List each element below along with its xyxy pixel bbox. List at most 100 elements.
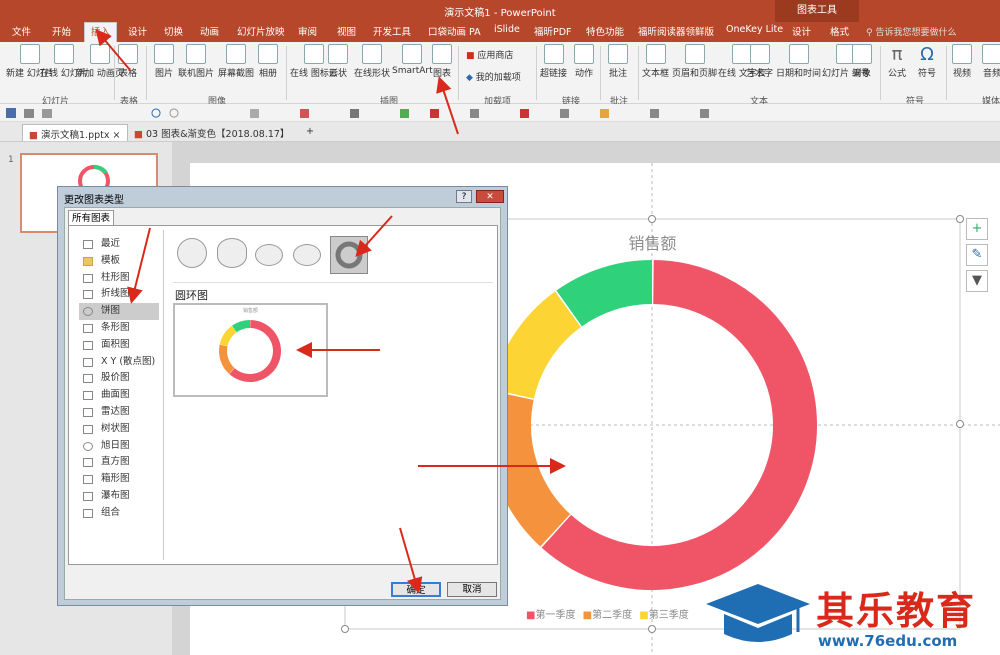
tab-animations[interactable]: 动画: [200, 24, 219, 38]
tab-home[interactable]: 开始: [52, 24, 71, 38]
subtype-doughnut-selected[interactable]: [330, 236, 368, 274]
chart-type-line[interactable]: 折线图: [79, 286, 159, 303]
online-slide-icon: [53, 44, 74, 64]
equation-button[interactable]: π 公式: [888, 44, 906, 79]
video-button[interactable]: 视频: [952, 44, 972, 79]
chart-type-treemap[interactable]: 树状图: [79, 421, 159, 438]
screenshot-button[interactable]: 屏幕截图: [218, 44, 254, 79]
chart-legend[interactable]: ■第一季度 ■第二季度 ■第三季度: [526, 606, 689, 621]
chart-type-radar[interactable]: 雷达图: [79, 404, 159, 421]
legend-marker: ■: [639, 610, 649, 621]
textbox-button[interactable]: 文本框: [642, 44, 669, 79]
subtype-name: 圆环图: [175, 289, 208, 302]
online-shapes-button[interactable]: 在线形状: [354, 44, 390, 79]
tell-me-search[interactable]: ⚲ 告诉我您想要做什么: [866, 25, 956, 38]
my-addins-button[interactable]: ◆ 我的加载项: [466, 70, 521, 83]
group-separator: [880, 46, 881, 100]
shapes-button[interactable]: 形状: [328, 44, 348, 79]
subtype-3d-pie-icon[interactable]: [217, 238, 247, 268]
chart-type-column[interactable]: 柱形图: [79, 270, 159, 287]
graduation-cap-logo: [706, 584, 810, 642]
wordart-label: 艺术字: [746, 69, 774, 79]
close-button[interactable]: ✕: [476, 190, 504, 203]
chart-preview[interactable]: 销售额: [173, 303, 328, 397]
header-footer-button[interactable]: 页眉和页脚: [672, 44, 717, 79]
tab-developer[interactable]: 开发工具: [373, 24, 411, 38]
doc-tab-label: 03 图表&渐变色【2018.08.17】: [146, 129, 290, 140]
tab-all-charts[interactable]: 所有图表: [68, 210, 114, 226]
tab-onekey[interactable]: OneKey Lite: [726, 24, 783, 35]
chart-type-label: 最近: [101, 238, 121, 249]
tab-foxit-reader[interactable]: 福昕阅读器领鲜版: [638, 24, 714, 38]
doc-tab-chart-gradient[interactable]: ■ 03 图表&渐变色【2018.08.17】: [128, 124, 295, 141]
close-icon[interactable]: ×: [113, 130, 121, 141]
tab-review[interactable]: 审阅: [298, 24, 317, 38]
chart-elements-plus-icon[interactable]: +: [966, 218, 988, 240]
tab-islide[interactable]: iSlide: [494, 24, 520, 35]
chart-type-templates[interactable]: 模板: [79, 253, 159, 270]
tab-pocket-animation[interactable]: 口袋动画 PA: [428, 24, 481, 38]
donut-segment-q4[interactable]: [555, 260, 653, 328]
resize-handle: [341, 625, 349, 633]
hyperlink-button[interactable]: 超链接: [540, 44, 567, 79]
donut-segment-q3[interactable]: [490, 291, 582, 401]
online-picture-button[interactable]: 联机图片: [178, 44, 214, 79]
tab-file[interactable]: 文件: [12, 24, 31, 38]
tell-me-text: 告诉我您想要做什么: [875, 28, 957, 38]
chart-filter-icon[interactable]: ▼: [966, 270, 988, 292]
tab-chart-format[interactable]: 格式: [830, 24, 849, 38]
symbol-button[interactable]: Ω 符号: [918, 44, 936, 79]
animation-page-icon: [89, 44, 110, 64]
dialog-body: 所有图表 最近 模板 柱形图 折线图 饼图 条形图 面积图 X Y (散点图) …: [64, 207, 501, 600]
comment-button[interactable]: 批注: [608, 44, 628, 79]
smartart-button[interactable]: SmartArt: [392, 44, 433, 76]
subtype-bar-of-pie-icon[interactable]: [293, 244, 321, 266]
chart-type-sunburst[interactable]: 旭日图: [79, 438, 159, 455]
chart-type-combo[interactable]: 组合: [79, 505, 159, 522]
resize-handle: [648, 625, 656, 633]
chart-type-surface[interactable]: 曲面图: [79, 387, 159, 404]
action-button[interactable]: 动作: [574, 44, 594, 79]
doc-tab-presentation1[interactable]: ■ 演示文稿1.pptx ×: [22, 124, 128, 141]
chart-type-histogram[interactable]: 直方图: [79, 454, 159, 471]
wordart-button[interactable]: 艺术字: [746, 44, 773, 79]
subtype-pie-of-pie-icon[interactable]: [255, 244, 283, 266]
chart-type-recent[interactable]: 最近: [79, 236, 159, 253]
picture-button[interactable]: 图片: [154, 44, 174, 79]
tab-chart-design[interactable]: 设计: [792, 24, 811, 38]
subtype-pie-icon[interactable]: [177, 238, 207, 268]
tab-insert[interactable]: 插入: [84, 22, 118, 42]
group-separator: [114, 46, 115, 100]
tab-transitions[interactable]: 切换: [164, 24, 183, 38]
chart-type-boxwhisker[interactable]: 箱形图: [79, 471, 159, 488]
app-store-button[interactable]: ■ 应用商店: [466, 48, 513, 61]
chart-button[interactable]: 图表: [432, 44, 452, 79]
help-button[interactable]: ?: [456, 190, 472, 203]
new-animation-page-button[interactable]: 新加 动画页: [76, 44, 124, 79]
chart-type-scatter[interactable]: X Y (散点图): [79, 354, 159, 371]
tab-view[interactable]: 视图: [337, 24, 356, 38]
new-tab-button[interactable]: +: [300, 124, 320, 141]
object-button[interactable]: 对象: [852, 44, 872, 79]
donut-segment-q2[interactable]: [487, 390, 572, 548]
date-time-button[interactable]: 日期和时间: [776, 44, 821, 79]
crop-icon: [650, 109, 659, 118]
chart-styles-brush-icon[interactable]: ✎: [966, 244, 988, 266]
tab-design[interactable]: 设计: [128, 24, 147, 38]
chart-type-bar[interactable]: 条形图: [79, 320, 159, 337]
table-button[interactable]: 表格: [118, 44, 138, 79]
cancel-button[interactable]: 取消: [447, 582, 497, 597]
doc-tab-label: 演示文稿1.pptx: [41, 130, 110, 141]
tab-foxit-pdf[interactable]: 福昕PDF: [534, 24, 572, 38]
album-button[interactable]: 相册: [258, 44, 278, 79]
audio-button[interactable]: 音频: [982, 44, 1000, 79]
title-bar: 演示文稿1 - PowerPoint 图表工具: [0, 0, 1000, 22]
chart-label: 图表: [432, 69, 451, 79]
tab-slideshow[interactable]: 幻灯片放映: [237, 24, 285, 38]
chart-type-stock[interactable]: 股价图: [79, 370, 159, 387]
tab-features[interactable]: 特色功能: [586, 24, 624, 38]
ok-button[interactable]: 确定: [391, 582, 441, 597]
chart-type-pie[interactable]: 饼图: [79, 303, 159, 320]
chart-type-waterfall[interactable]: 瀑布图: [79, 488, 159, 505]
chart-type-area[interactable]: 面积图: [79, 337, 159, 354]
